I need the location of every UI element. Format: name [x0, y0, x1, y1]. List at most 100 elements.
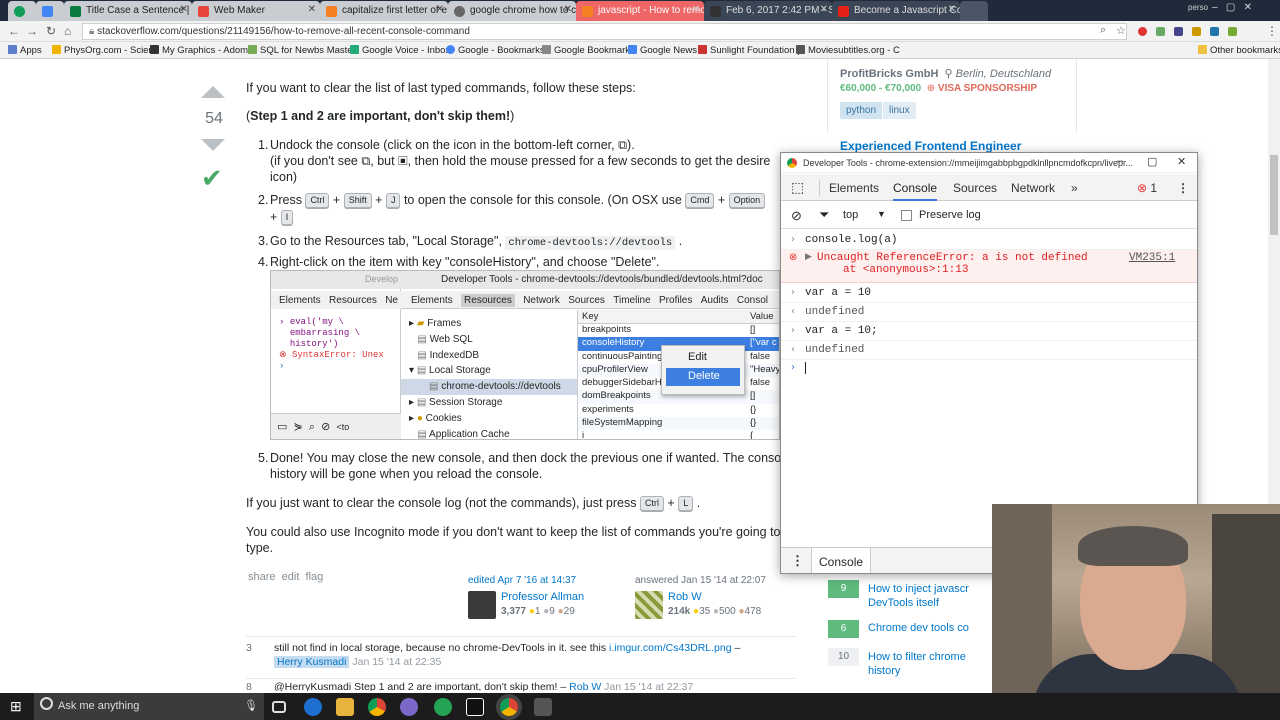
expand-triangle-icon[interactable]: ▶ [805, 252, 812, 262]
comment-user[interactable]: Rob W [569, 681, 601, 691]
cortana-search[interactable]: Ask me anything 🎙︎ [34, 693, 264, 720]
close-icon[interactable]: ✕ [564, 4, 572, 15]
chevron-down-icon[interactable]: ▼ [877, 209, 886, 219]
close-icon[interactable]: ✕ [948, 4, 956, 15]
bookmark-other[interactable]: Other bookmarks [1198, 45, 1280, 56]
bookmark-item[interactable]: My Graphics - Adom [150, 45, 248, 56]
chrome-icon[interactable] [368, 698, 386, 716]
app-icon[interactable] [534, 698, 552, 716]
context-selector[interactable]: top [843, 209, 858, 221]
forward-icon[interactable]: → [26, 24, 38, 38]
related-question[interactable]: How to inject javascr DevTools itself [868, 582, 969, 610]
edited-time[interactable]: edited Apr 7 '16 at 14:37 [468, 575, 576, 586]
editor-name[interactable]: Professor Allman [501, 591, 584, 603]
close-icon[interactable]: ✕ [180, 4, 188, 15]
devtools-titlebar[interactable]: Developer Tools - chrome-extension://mme… [781, 153, 1197, 173]
edit-link[interactable]: edit [282, 571, 300, 583]
clear-console-icon[interactable]: ⊘ [791, 208, 802, 224]
windows-start-icon[interactable]: ⊞ [10, 698, 22, 715]
storage-row[interactable]: breakpoints[] [578, 324, 779, 337]
tab-console[interactable]: Console [893, 181, 938, 201]
extension-icon[interactable] [1174, 27, 1183, 36]
search-icon[interactable]: ⌕ [1100, 24, 1106, 37]
storage-row[interactable]: i{ [578, 430, 779, 439]
extension-icon[interactable] [1210, 27, 1219, 36]
extension-icon[interactable] [1192, 27, 1201, 36]
app-icon[interactable] [466, 698, 484, 716]
storage-row[interactable]: experiments{} [578, 404, 779, 417]
editor-avatar[interactable] [468, 591, 496, 619]
author-avatar[interactable] [635, 591, 663, 619]
tab-capitalize[interactable]: capitalize first letter of e ✕ [320, 1, 448, 21]
more-tabs-icon[interactable]: » [1071, 181, 1078, 195]
related-question[interactable]: Chrome dev tools co [868, 622, 969, 634]
author-name[interactable]: Rob W [668, 591, 702, 603]
devtools-menu-icon[interactable]: ⋮ [1177, 181, 1189, 195]
downvote-button[interactable] [200, 139, 226, 151]
home-icon[interactable]: ⌂ [64, 24, 71, 38]
reload-icon[interactable]: ↻ [46, 24, 56, 38]
bookmark-item[interactable]: SQL for Newbs Maste [248, 45, 353, 56]
bookmark-item[interactable]: Google Voice - Inbox [350, 45, 450, 56]
bookmark-item[interactable]: Moviesubtitles.org - С [796, 45, 900, 56]
file-explorer-icon[interactable] [336, 698, 354, 716]
close-icon[interactable]: ✕ [308, 4, 316, 15]
bookmark-item[interactable]: Google Bookmark [542, 45, 630, 56]
close-button[interactable]: ✕ [1177, 155, 1186, 168]
accepted-check-icon[interactable]: ✔ [201, 165, 223, 191]
app-icon[interactable] [400, 698, 418, 716]
tab-title-case[interactable]: Title Case a Sentence | Fr ✕ [64, 1, 192, 21]
bookmark-apps[interactable]: Apps [8, 45, 42, 56]
flag-link[interactable]: flag [306, 571, 324, 583]
maximize-button[interactable]: ▢ [1147, 155, 1157, 168]
console-prompt[interactable]: › [781, 360, 1197, 378]
tab-javascript-active[interactable]: javascript - How to remo ✕ [576, 1, 704, 21]
embedded-devtools-screenshot[interactable]: Develop Elements Resources Ne › eval('my… [270, 270, 780, 440]
related-question[interactable]: How to filter chrome history [868, 650, 966, 678]
comment-user[interactable]: Herry Kusmadi [274, 656, 350, 668]
inspect-icon[interactable]: ⬚ [791, 179, 804, 196]
share-link[interactable]: share [248, 571, 276, 583]
bookmark-item[interactable]: Sunlight Foundation | [698, 45, 800, 56]
filter-icon[interactable]: ⏷ [819, 207, 829, 223]
tab-elements[interactable]: Elements [829, 181, 879, 195]
tab-feb-screencast[interactable]: Feb 6, 2017 2:42 PM - Sc ✕ [704, 1, 832, 21]
extension-icon[interactable] [1228, 27, 1237, 36]
tab-sources[interactable]: Sources [953, 181, 997, 195]
star-icon[interactable]: ☆ [1116, 24, 1126, 37]
tab-network[interactable]: Network [1011, 181, 1055, 195]
error-source-link[interactable]: VM235:1 [1129, 252, 1175, 264]
app-icon[interactable] [434, 698, 452, 716]
bookmark-item[interactable]: PhysOrg.com - Scien [52, 45, 154, 56]
tab-become-js[interactable]: Become a Javascript Con ✕ [832, 1, 960, 21]
comment-link[interactable]: i.imgur.com/Cs43DRL.png [609, 642, 732, 654]
bookmark-item[interactable]: Google - Bookmarks [446, 45, 545, 56]
extension-icon[interactable] [1156, 27, 1165, 36]
drawer-menu-icon[interactable]: ⋮ [791, 553, 804, 569]
close-icon[interactable]: ✕ [692, 4, 700, 15]
tab-pinned-2[interactable] [36, 1, 64, 21]
menu-icon[interactable]: ⋮ [1266, 24, 1278, 38]
job-tag[interactable]: linux [883, 102, 916, 119]
back-icon[interactable]: ← [8, 24, 20, 38]
address-bar[interactable]: 🔒︎ stackoverflow.com/questions/21149156/… [82, 23, 1127, 40]
tab-pinned-1[interactable] [8, 1, 36, 21]
error-count-badge[interactable]: ⊗ 1 [1137, 181, 1157, 195]
bookmark-item[interactable]: Google News [628, 45, 697, 56]
job-tag[interactable]: python [840, 102, 883, 119]
drawer-tab-console[interactable]: Console [811, 548, 871, 573]
task-view-icon[interactable] [272, 701, 286, 713]
chrome-active-icon[interactable] [500, 698, 518, 716]
storage-row[interactable]: fileSystemMapping{} [578, 417, 779, 431]
close-icon[interactable]: ✕ [436, 4, 444, 15]
tab-web-maker[interactable]: Web Maker ✕ [192, 1, 320, 21]
preserve-log-checkbox[interactable] [901, 210, 912, 221]
minimize-button[interactable]: – [1117, 155, 1123, 167]
close-icon[interactable]: ✕ [820, 4, 828, 15]
profile-name[interactable]: perso [1188, 3, 1208, 12]
extension-icon[interactable] [1138, 27, 1147, 36]
upvote-button[interactable] [200, 86, 226, 98]
tab-google-chrome[interactable]: google chrome how to c ✕ [448, 1, 576, 21]
job-title[interactable]: Experienced Frontend Engineer [840, 139, 1021, 153]
new-tab-button[interactable] [960, 1, 988, 21]
